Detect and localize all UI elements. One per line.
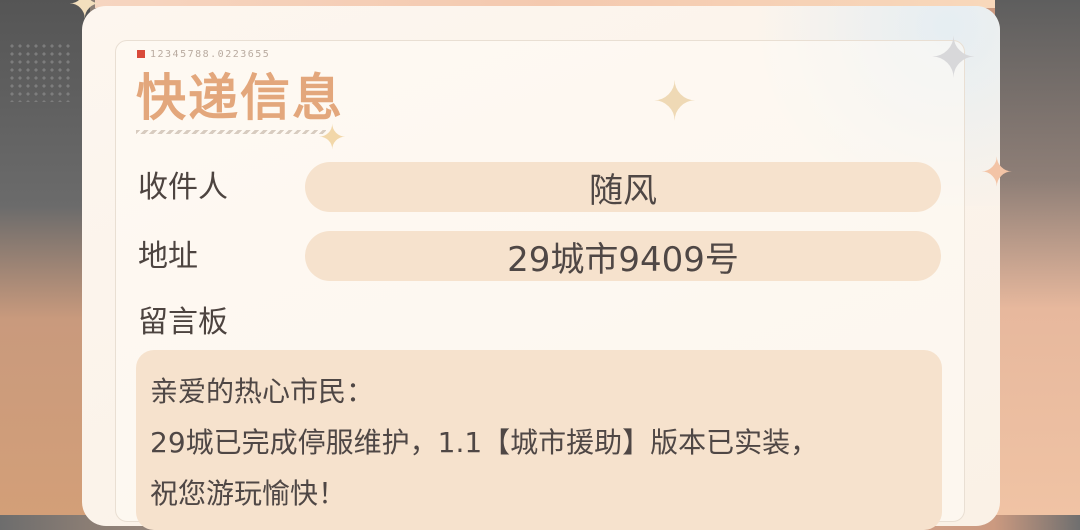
- recipient-value: 随风: [589, 170, 657, 211]
- address-value: 29城市9409号: [507, 239, 739, 280]
- message-board-label: 留言板: [138, 305, 228, 340]
- address-label: 地址: [138, 239, 198, 274]
- page-title: 快递信息: [136, 69, 344, 127]
- stamp-icon: [137, 50, 145, 58]
- title-underline: [136, 130, 326, 134]
- sparkle-icon: ✦: [652, 70, 698, 133]
- serial-number: 12345788.0223655: [150, 49, 271, 60]
- sparkle-icon: ✦: [68, 0, 102, 28]
- message-line: 祝您游玩愉快！: [150, 477, 347, 510]
- dot-pattern: [8, 42, 70, 102]
- message-line: 亲爱的热心市民：: [150, 375, 375, 408]
- sparkle-icon: ✦: [930, 26, 977, 91]
- background-right-panel: [995, 0, 1080, 515]
- message-line: 29城已完成停服维护，1.1【城市援助】版本已实装，: [150, 426, 819, 459]
- recipient-value-field: 随风: [305, 162, 941, 212]
- address-value-field: 29城市9409号: [305, 231, 941, 281]
- sparkle-icon: ✦: [980, 150, 1014, 196]
- recipient-label: 收件人: [138, 170, 228, 205]
